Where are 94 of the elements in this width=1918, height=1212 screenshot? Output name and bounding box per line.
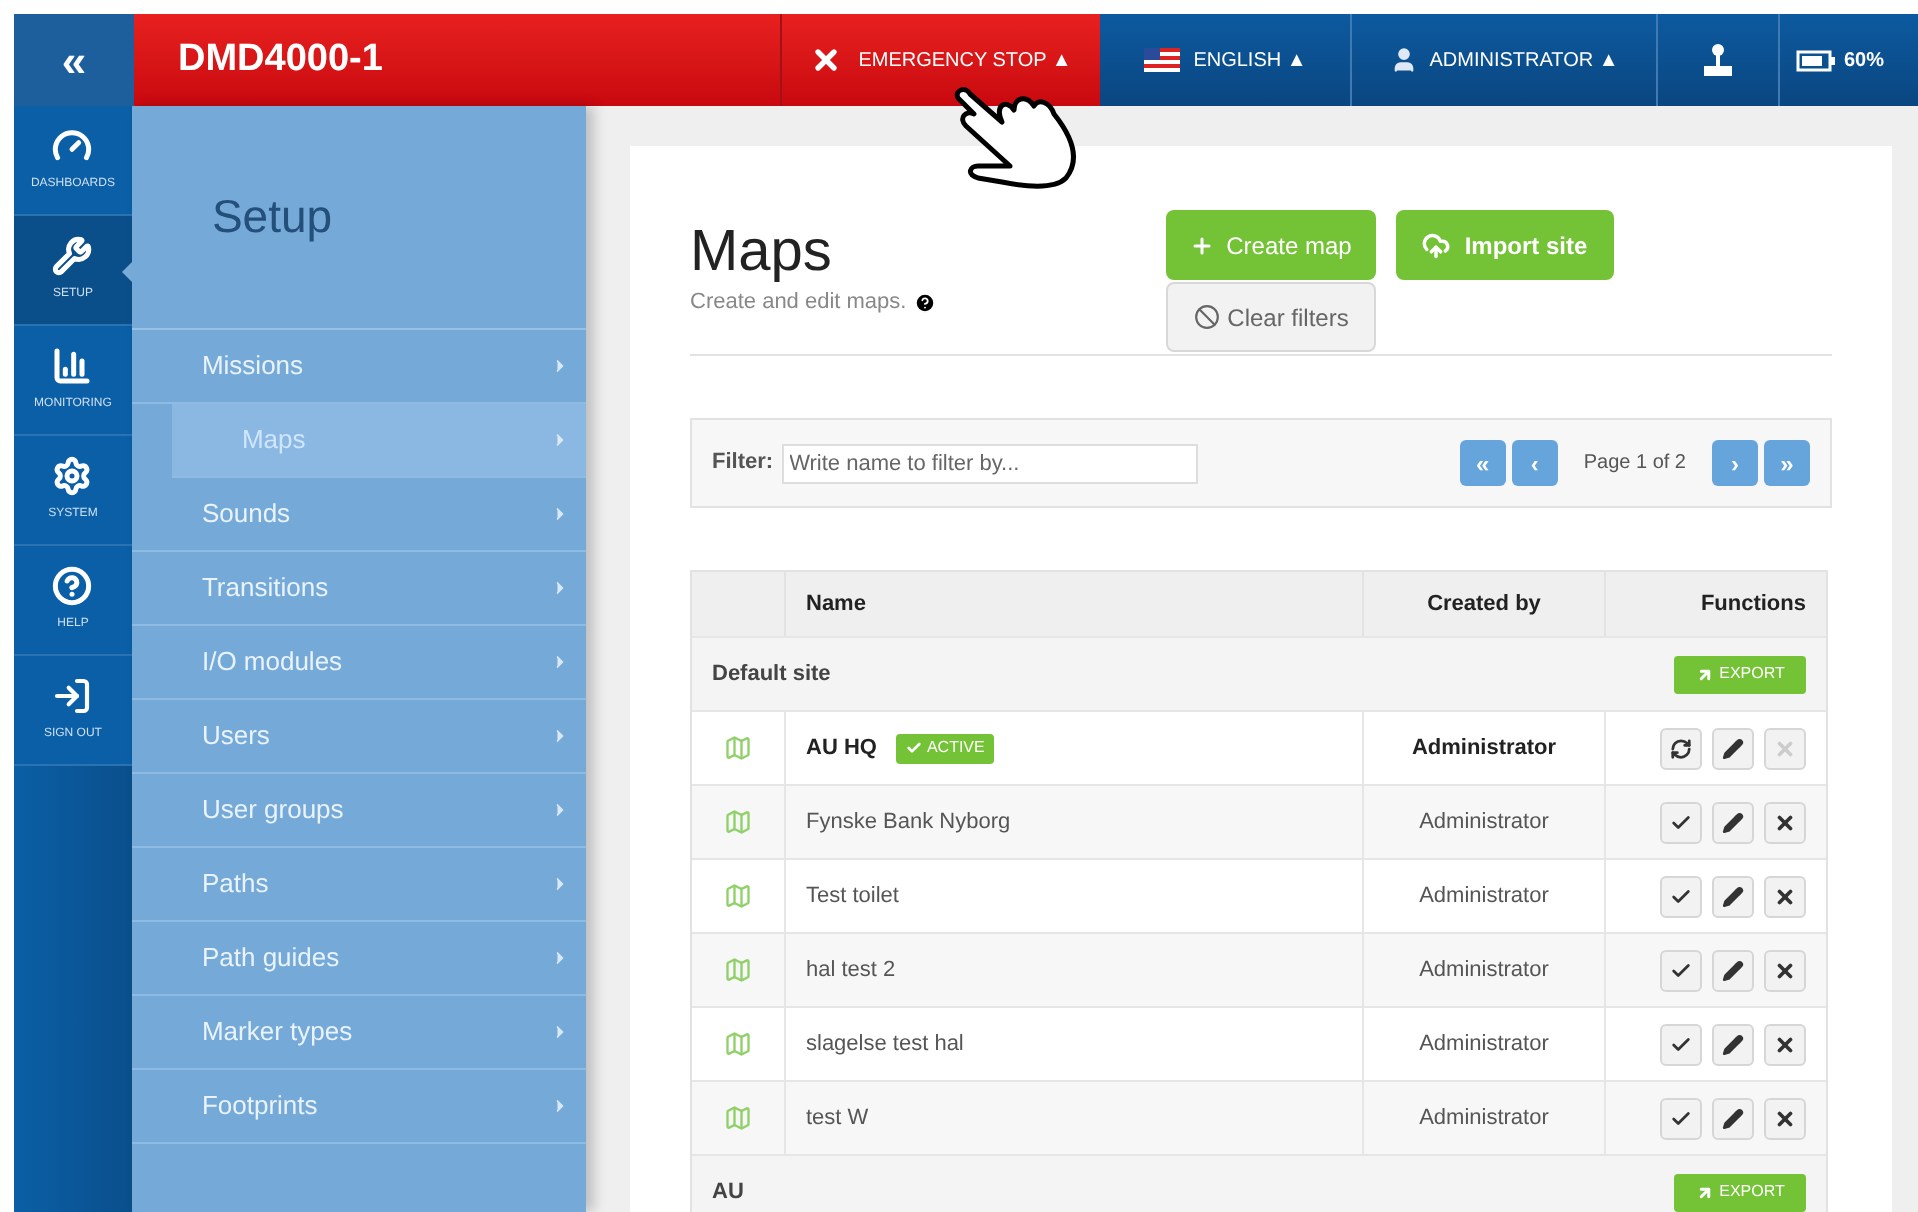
map-name: hal test 2 [806,955,896,986]
active-badge: ACTIVE [896,733,995,763]
page-title: Maps [690,218,834,286]
map-name: Test toilet [806,881,899,912]
cloud-upload-icon [1422,231,1451,259]
map-icon [724,882,752,910]
flag-icon [1143,48,1180,72]
check-icon [1670,1033,1692,1055]
check-icon [906,740,923,756]
check-icon [1670,885,1692,907]
creator-name: Administrator [1411,733,1557,764]
wrench-icon [52,236,93,276]
joystick-icon [1700,42,1736,78]
next-page-button[interactable]: › [1712,440,1758,486]
help-icon [914,291,937,314]
activate-button[interactable] [1660,1097,1702,1139]
map-name: test W [806,1103,869,1134]
delete-button[interactable] [1764,1097,1806,1139]
arrow-icon [1695,665,1714,683]
first-page-button[interactable]: « [1459,440,1506,486]
setup-title: Setup [211,188,333,247]
check-icon [1670,1107,1692,1129]
edit-button[interactable] [1712,727,1754,769]
creator-name: Administrator [1419,955,1549,986]
close-icon [1774,885,1796,907]
sync-icon [1670,737,1692,759]
gauge-icon [52,126,93,166]
activate-button[interactable] [1660,1023,1702,1065]
close-icon [1774,959,1796,981]
close-icon [1774,811,1796,833]
sync-button[interactable] [1660,727,1702,769]
close-icon [1774,737,1796,759]
settings-icon [52,456,93,496]
close-icon [1774,1033,1796,1055]
previous-page-button[interactable]: ‹ [1511,440,1558,486]
check-icon [1670,811,1692,833]
edit-button[interactable] [1712,1097,1754,1139]
pencil-icon [1722,959,1744,981]
delete-button[interactable] [1764,875,1806,917]
import-site-button[interactable]: Import site [1396,210,1614,280]
export-button[interactable]: EXPORT [1674,1173,1806,1211]
pencil-icon [1722,885,1744,907]
filter-label: Filter: [712,448,774,479]
activate-button[interactable] [1660,801,1702,843]
map-icon [724,956,752,984]
map-icon [724,808,752,836]
battery-icon [1796,49,1836,71]
creator-name: Administrator [1419,881,1549,912]
creator-name: Administrator [1419,1029,1549,1060]
map-name: slagelse test hal [806,1029,964,1060]
robot-name: DMD4000-1 [178,35,383,84]
column-header: Functions [1698,589,1808,620]
pencil-icon [1722,1033,1744,1055]
creator-name: Administrator [1419,1103,1549,1134]
filter-field[interactable]: Write name to filter by... [781,443,1198,483]
delete-button[interactable] [1764,1023,1806,1065]
signal-bars-icon [52,346,93,386]
collapse-button[interactable]: « [14,14,134,106]
map-icon [724,1030,752,1058]
edit-button[interactable] [1712,875,1754,917]
page-subtitle: Create and edit maps. [690,288,907,318]
check-icon [1670,959,1692,981]
group-name: Default site [712,659,831,690]
delete-button[interactable] [1764,801,1806,843]
arrow-icon [1695,1183,1714,1201]
activate-button[interactable] [1660,949,1702,991]
creator-name: Administrator [1419,807,1549,838]
battery-level: 60% [1844,47,1885,75]
help-icon [52,566,93,606]
clear-filters-button[interactable]: Clear filters [1166,282,1376,352]
map-icon [724,1104,752,1132]
clear-icon [1193,304,1220,330]
edit-button[interactable] [1712,801,1754,843]
close-icon [1774,1107,1796,1129]
last-page-button[interactable]: » [1764,440,1810,486]
page-indicator: Page 1 of 2 [1583,450,1686,478]
edit-button[interactable] [1712,949,1754,991]
group-name: AU [712,1177,744,1208]
activate-button[interactable] [1660,875,1702,917]
plus-icon [1190,233,1215,257]
delete-button[interactable] [1764,949,1806,991]
user-icon [1389,46,1418,74]
map-name: AU HQ [806,733,877,764]
pencil-icon [1722,1107,1744,1129]
pencil-icon [1722,811,1744,833]
setup-menu-item[interactable]: Maps [171,404,586,478]
export-button[interactable]: EXPORT [1674,655,1806,693]
edit-button[interactable] [1712,1023,1754,1065]
sign-out-icon [52,676,93,716]
map-name: Fynske Bank Nyborg [806,807,1011,838]
map-icon [724,734,752,762]
close-icon [810,44,843,76]
pencil-icon [1722,737,1744,759]
create-map-button[interactable]: Create map [1166,210,1376,280]
